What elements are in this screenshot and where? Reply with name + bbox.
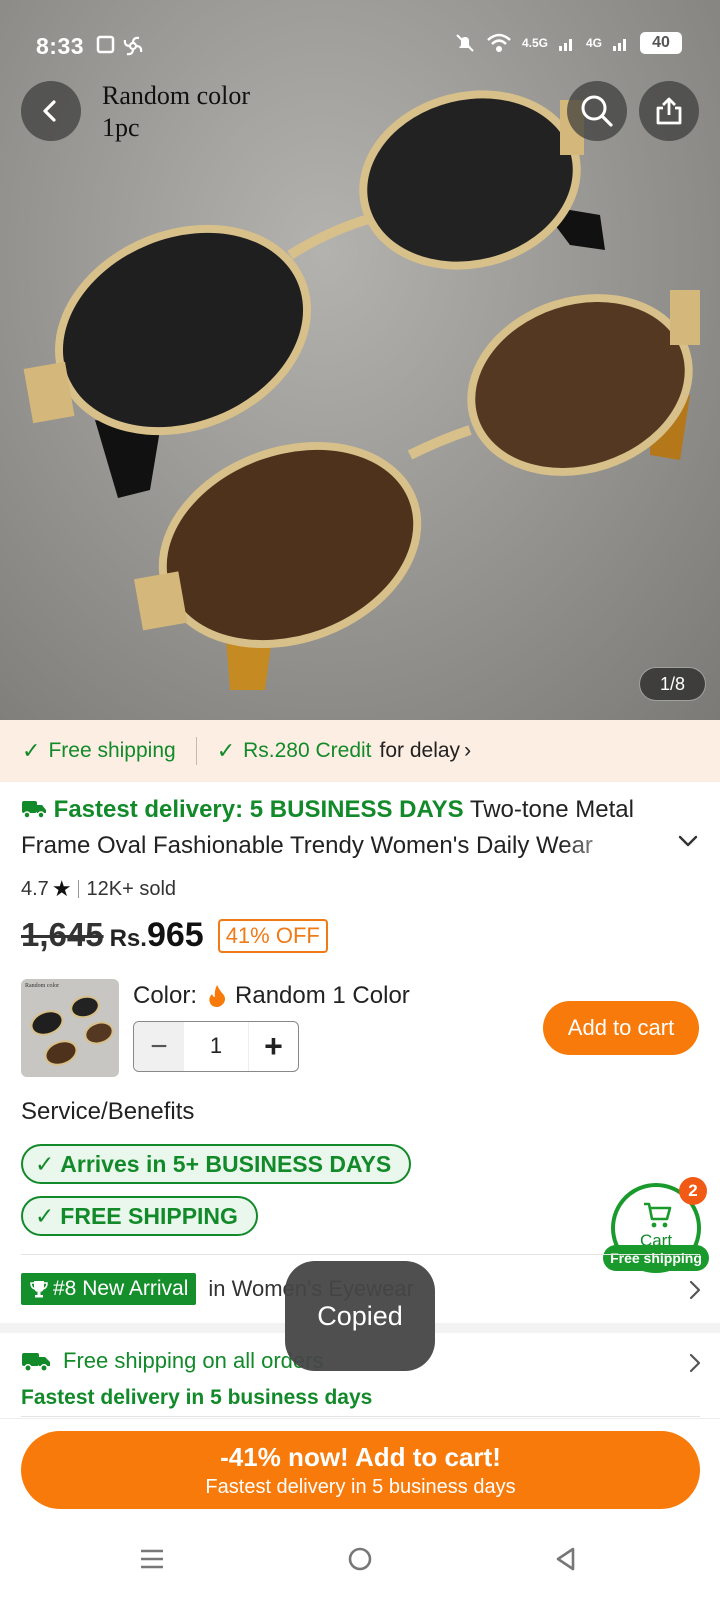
search-icon [581,95,613,127]
check-icon: ✓ [216,738,236,763]
credit-label: Rs.280 Credit [243,739,372,762]
divider [195,737,197,765]
sale-price: 965 [146,916,204,954]
thumbnail-image [30,995,114,1066]
free-shipping-label: Free shipping [48,739,176,762]
product-image-carousel[interactable]: 8:33 4.5G 4G 40 Random color 1pc 1/8 [0,0,720,720]
quantity-stepper[interactable]: − 1 + [133,1021,299,1072]
free-shipping-all-orders[interactable]: Free shipping on all orders [21,1348,323,1374]
signal-icon [558,39,572,51]
shipping-banner[interactable]: ✓ Free shipping ✓ Rs.280 Credit for dela… [0,720,720,782]
free-shipping-badge: ✓ FREE SHIPPING [21,1196,258,1236]
home-icon[interactable] [347,1546,373,1572]
free-shipping-all-label: Free shipping on all orders [63,1348,324,1373]
free-shipping-badge-label: FREE SHIPPING [60,1202,238,1229]
status-bar: 8:33 4.5G 4G 40 [0,0,720,90]
flame-icon [209,985,226,1007]
color-value: Random 1 Color [235,982,410,1009]
cta-subline: Fastest delivery in 5 business days [205,1476,516,1498]
network-label-2: 4G [585,36,602,50]
mute-bell-icon [456,34,474,52]
divider [77,880,79,898]
color-selector[interactable]: Color: Random 1 Color [133,982,410,1010]
color-label: Color: [133,982,198,1009]
service-title: Service/Benefits [21,1098,195,1125]
divider [21,1416,700,1417]
title-fade [560,828,670,864]
share-icon [656,97,682,125]
arrival-badge: ✓ Arrives in 5+ BUSINESS DAYS [21,1144,412,1184]
caption-line-2: 1pc [102,113,140,142]
original-price: 1,645 [21,916,104,953]
image-counter: 1/8 [638,667,706,701]
system-navigation-bar [0,1520,720,1600]
battery-level: 40 [640,32,682,54]
thumbnail-caption: Random color [25,983,60,989]
image-caption: Random color 1pc [102,80,250,144]
status-time: 8:33 [36,33,85,59]
pinwheel-icon [123,36,143,56]
wifi-icon [487,33,511,52]
fastest-delivery-note: Fastest delivery in 5 business days [21,1386,373,1409]
menu-icon[interactable] [139,1546,165,1572]
chevron-right-icon[interactable] [688,1279,702,1301]
share-button[interactable] [639,81,699,141]
caption-line-1: Random color [102,81,251,110]
increase-quantity-button[interactable]: + [248,1022,298,1071]
price-row: 1,645 Rs. 965 41% OFF [21,916,328,955]
fastest-delivery-label: Fastest delivery: 5 BUSINESS DAYS [53,796,464,823]
currency-label: Rs. [109,925,147,952]
variant-thumbnail[interactable]: Random color [21,979,119,1077]
cart-free-shipping-tag: Free shipping [603,1245,709,1271]
back-arrow-icon [43,100,56,122]
product-page: 8:33 4.5G 4G 40 Random color 1pc 1/8 ✓ F… [0,0,720,1600]
screen-icon [96,35,115,54]
delivery-truck-icon [22,1353,50,1372]
add-to-cart-button[interactable]: Add to cart [543,1001,699,1055]
chevron-down-icon[interactable] [677,834,699,848]
cart-icon [644,1202,672,1228]
decrease-quantity-button[interactable]: − [134,1022,184,1071]
check-icon: ✓ [35,1202,55,1229]
chevron-right-icon[interactable] [688,1352,702,1374]
delivery-truck-icon [22,801,46,819]
rating-row[interactable]: 4.7 ★ 12K+ sold [21,876,176,902]
add-to-cart-cta-button[interactable]: -41% now! Add to cart! Fastest delivery … [21,1431,700,1509]
ranking-badge-label: #8 New Arrival [53,1277,189,1300]
cta-headline: -41% now! Add to cart! [220,1442,501,1472]
copied-toast: Copied [285,1261,435,1371]
arrival-badge-label: Arrives in 5+ BUSINESS DAYS [60,1150,392,1177]
back-triangle-icon[interactable] [553,1546,579,1572]
divider [21,1254,700,1255]
ranking-badge: #8 New Arrival [21,1273,197,1305]
credit-suffix: for delay [379,739,461,762]
discount-badge: 41% OFF [217,918,328,953]
sold-count: 12K+ sold [86,877,177,900]
check-icon: ✓ [22,738,41,763]
cart-count-badge: 2 [679,1177,707,1205]
rating-value: 4.7 [21,877,49,900]
quantity-value[interactable]: 1 [184,1022,248,1071]
network-label-1: 4.5G [521,36,548,50]
signal-icon-2 [613,39,626,51]
search-button[interactable] [567,81,627,141]
chevron-right-icon: › [464,739,472,762]
star-icon: ★ [51,876,72,901]
back-button[interactable] [21,81,81,141]
trophy-icon [30,1281,48,1298]
status-indicators: 4.5G 4G 40 [454,32,682,54]
check-icon: ✓ [35,1150,55,1177]
